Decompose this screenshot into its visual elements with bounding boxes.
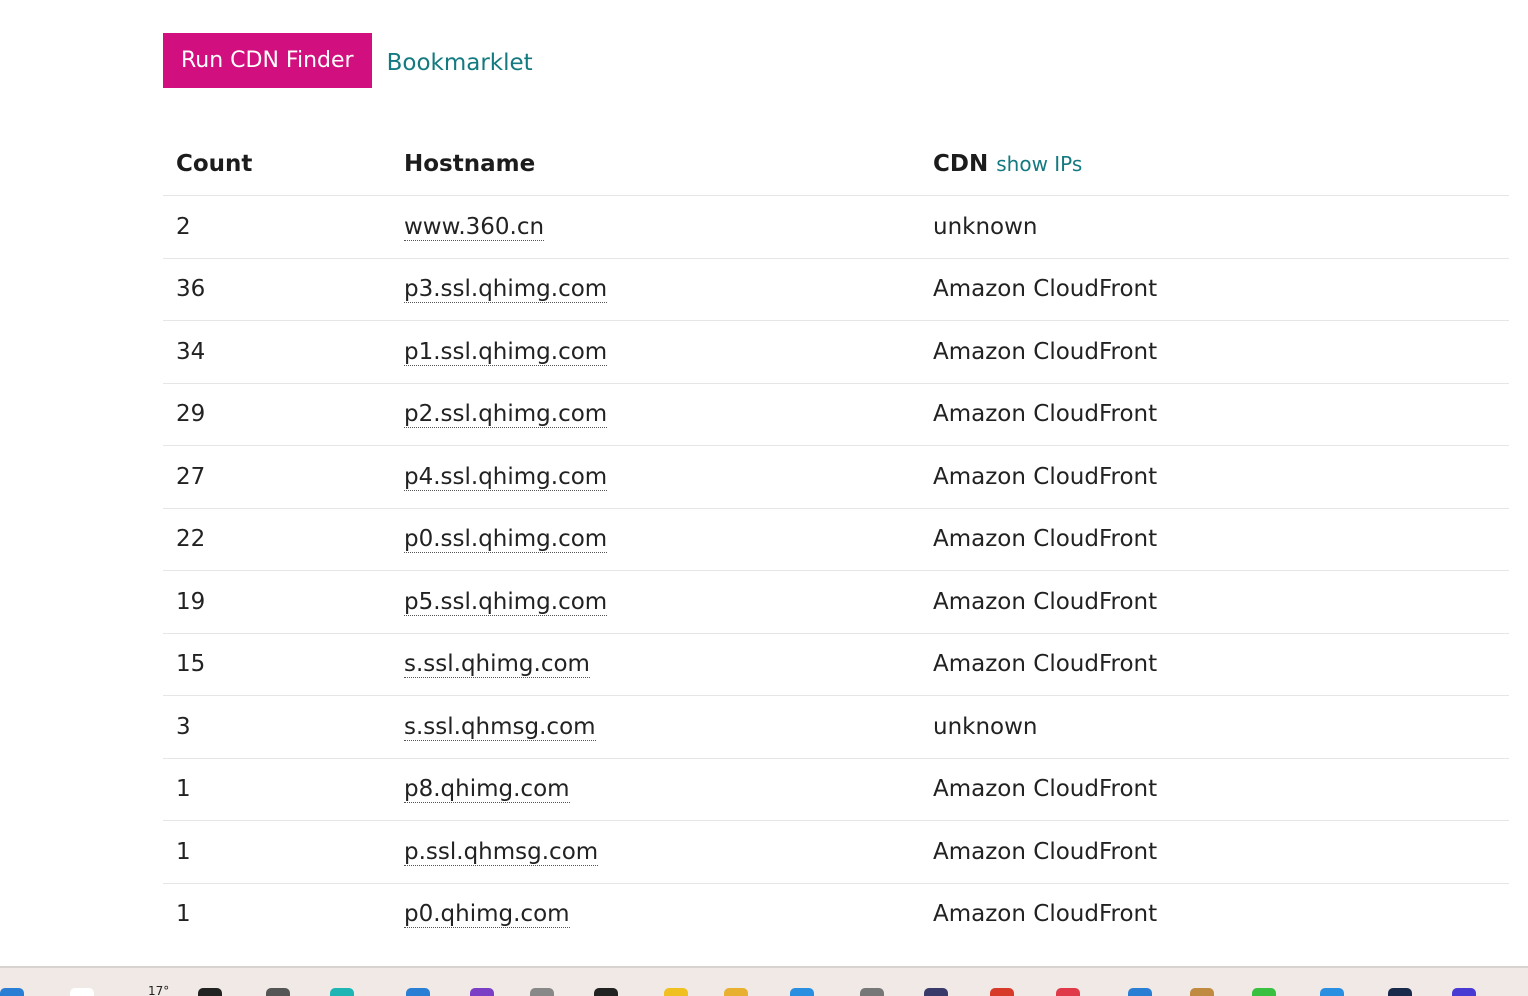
count-cell: 3 — [163, 695, 391, 759]
app-icon-8[interactable] — [1320, 988, 1344, 996]
visual-studio-icon[interactable] — [470, 988, 494, 996]
hostname-link[interactable]: p0.ssl.qhimg.com — [404, 526, 608, 554]
table-header-row: Count Hostname CDN show IPs — [163, 133, 1509, 196]
table-row: 22 p0.ssl.qhimg.com Amazon CloudFront — [163, 508, 1509, 571]
table-body: 2 www.360.cn unknown 36 p3.ssl.qhimg.com Ama… — [163, 195, 1509, 946]
cdn-cell: Amazon CloudFront — [920, 320, 1509, 384]
cdn-cell: Amazon CloudFront — [920, 383, 1509, 446]
count-cell: 1 — [163, 820, 391, 884]
count-cell: 27 — [163, 445, 391, 509]
cdn-header: CDN — [933, 151, 989, 177]
table-row: 27 p4.ssl.qhimg.com Amazon CloudFront — [163, 445, 1509, 509]
cdn-cell: Amazon CloudFront — [920, 633, 1509, 696]
count-cell: 19 — [163, 570, 391, 634]
hostname-link[interactable]: p.ssl.qhmsg.com — [404, 838, 599, 866]
hostname-link[interactable]: p2.ssl.qhimg.com — [404, 401, 608, 429]
hostname-link[interactable]: www.360.cn — [404, 213, 545, 241]
hostname-link[interactable]: p8.qhimg.com — [404, 776, 570, 804]
terminal-icon[interactable] — [924, 988, 948, 996]
search-icon[interactable] — [70, 988, 94, 996]
cdn-cell: Amazon CloudFront — [920, 445, 1509, 509]
cdn-cell: unknown — [920, 695, 1509, 759]
hostname-link[interactable]: p0.qhimg.com — [404, 901, 570, 929]
count-cell: 2 — [163, 195, 391, 259]
hostname-cell: p8.qhimg.com — [391, 758, 920, 821]
app-icon-10[interactable] — [1452, 988, 1476, 996]
hostname-cell: www.360.cn — [391, 195, 920, 259]
app-icon-3[interactable] — [860, 988, 884, 996]
hostname-link[interactable]: s.ssl.qhmsg.com — [404, 713, 596, 741]
table-row: 36 p3.ssl.qhimg.com Amazon CloudFront — [163, 258, 1509, 321]
show-ips-link[interactable]: show IPs — [996, 152, 1082, 176]
hostname-cell: s.ssl.qhimg.com — [391, 633, 920, 696]
cdn-cell: Amazon CloudFront — [933, 901, 1158, 928]
cdn-cell: Amazon CloudFront — [920, 820, 1509, 884]
hostname-cell: p2.ssl.qhimg.com — [391, 383, 920, 446]
github-icon[interactable] — [594, 988, 618, 996]
weather-temperature: 17° — [148, 984, 170, 996]
app-icon-9[interactable] — [1388, 988, 1412, 996]
vscode-icon[interactable] — [406, 988, 430, 996]
mail-icon[interactable] — [790, 988, 814, 996]
hostname-link[interactable]: p4.ssl.qhimg.com — [404, 463, 608, 491]
bookmarklet-link[interactable]: Bookmarklet — [387, 50, 533, 76]
table-row: 15 s.ssl.qhimg.com Amazon CloudFront — [163, 633, 1509, 696]
table-row: 1 p8.qhimg.com Amazon CloudFront — [163, 758, 1509, 821]
hostname-cell: p5.ssl.qhimg.com — [391, 570, 920, 634]
hostname-cell: s.ssl.qhmsg.com — [391, 695, 920, 759]
start-icon[interactable] — [0, 988, 24, 996]
hostname-cell: p4.ssl.qhimg.com — [391, 445, 920, 509]
hostname-cell: p3.ssl.qhimg.com — [391, 258, 920, 321]
epic-games-icon[interactable] — [198, 988, 222, 996]
count-cell: 15 — [163, 633, 391, 696]
cdn-header-cell: CDN show IPs — [920, 133, 1509, 196]
chrome-icon[interactable] — [990, 988, 1014, 996]
app-icon-7[interactable] — [1252, 988, 1276, 996]
count-cell: 22 — [163, 508, 391, 571]
table-row: 34 p1.ssl.qhimg.com Amazon CloudFront — [163, 320, 1509, 384]
cdn-cell: Amazon CloudFront — [920, 570, 1509, 634]
count-cell: 36 — [163, 258, 391, 321]
taskbar: 17° — [0, 966, 1528, 996]
toolbar: Run CDN Finder Bookmarklet — [163, 33, 533, 88]
table-row: 19 p5.ssl.qhimg.com Amazon CloudFront — [163, 570, 1509, 634]
count-cell: 34 — [163, 320, 391, 384]
run-cdn-finder-button[interactable]: Run CDN Finder — [163, 33, 372, 88]
folder-icon[interactable] — [724, 988, 748, 996]
app-icon-2[interactable] — [530, 988, 554, 996]
cdn-cell: Amazon CloudFront — [920, 508, 1509, 571]
app-icon-4[interactable] — [1056, 988, 1080, 996]
table-row: 2 www.360.cn unknown — [163, 195, 1509, 259]
count-cell: 1 — [163, 758, 391, 821]
table-row: 29 p2.ssl.qhimg.com Amazon CloudFront — [163, 383, 1509, 446]
count-header: Count — [163, 133, 391, 196]
page: Run CDN Finder Bookmarklet Count Hostnam… — [0, 0, 1528, 996]
app-icon-6[interactable] — [1190, 988, 1214, 996]
star-icon[interactable] — [664, 988, 688, 996]
count-cell: 1 — [176, 901, 191, 928]
hostname-header: Hostname — [391, 133, 920, 196]
cdn-cell: Amazon CloudFront — [920, 258, 1509, 321]
cdn-cell: unknown — [920, 195, 1509, 259]
hostname-link[interactable]: p3.ssl.qhimg.com — [404, 276, 608, 304]
hostname-cell: p0.ssl.qhimg.com — [391, 508, 920, 571]
table-row: 1 p.ssl.qhmsg.com Amazon CloudFront — [163, 820, 1509, 884]
count-cell: 29 — [163, 383, 391, 446]
hostname-link[interactable]: p5.ssl.qhimg.com — [404, 588, 608, 616]
hostname-cell: p1.ssl.qhimg.com — [391, 320, 920, 384]
hostname-link[interactable]: p1.ssl.qhimg.com — [404, 338, 608, 366]
cdn-cell: Amazon CloudFront — [920, 758, 1509, 821]
hostname-cell: p.ssl.qhmsg.com — [391, 820, 920, 884]
hostname-link[interactable]: s.ssl.qhimg.com — [404, 651, 590, 679]
hostname-cell: p0.qhimg.com — [391, 883, 920, 945]
app-icon-5[interactable] — [1128, 988, 1152, 996]
table-row: 3 s.ssl.qhmsg.com unknown — [163, 695, 1509, 759]
cdn-results-table: Count Hostname CDN show IPs 2 www.360.cn un… — [163, 133, 1509, 945]
app-icon[interactable] — [266, 988, 290, 996]
browser-icon[interactable] — [330, 988, 354, 996]
table-row: 1 p0.qhimg.com Amazon CloudFront — [163, 883, 1509, 945]
